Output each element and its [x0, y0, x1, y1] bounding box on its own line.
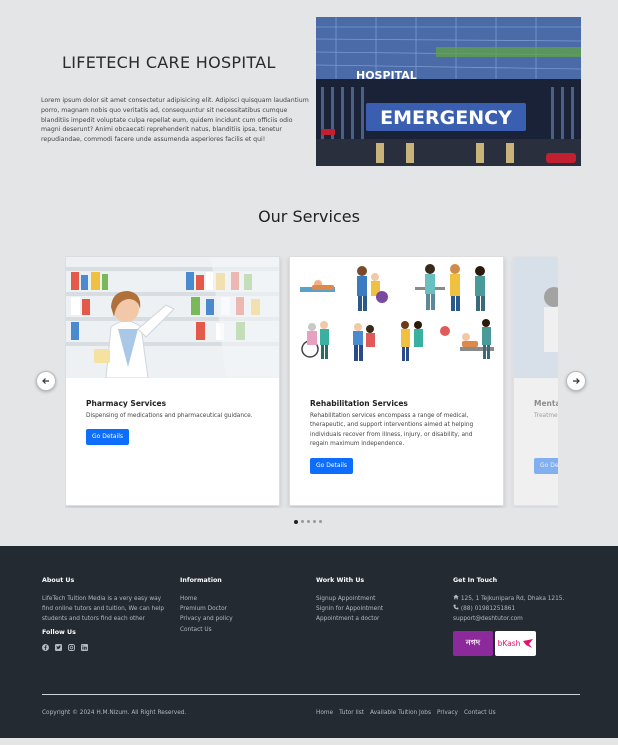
carousel-dot[interactable] [313, 520, 316, 523]
bottom-link-tutor-list[interactable]: Tutor list [339, 710, 364, 716]
about-text: LifeTech Tuition Media is a very easy wa… [42, 596, 165, 623]
site-footer: About Us LifeTech Tuition Media is a ver… [0, 546, 618, 738]
service-card-rehabilitation: Rehabilitation Services Rehabilitation s… [289, 256, 504, 506]
card-title: Rehabilitation Services [310, 399, 408, 408]
facebook-icon[interactable] [42, 643, 49, 651]
carousel-prev-button[interactable] [36, 371, 56, 391]
carousel-dot[interactable] [294, 519, 298, 524]
services-heading: Our Services [258, 207, 360, 226]
footer-link-privacy[interactable]: Privacy and policy [180, 614, 233, 624]
card-title: Mental [534, 399, 558, 408]
copyright-text: Copyright © 2024 H.M.Nizum. All Right Re… [42, 710, 187, 716]
hospital-image: EMERGENCY HOSPITAL [316, 17, 581, 166]
hero-description: Lorem ipsum dolor sit amet consectetur a… [41, 97, 309, 144]
phone-icon [453, 604, 459, 610]
card-title: Pharmacy Services [86, 399, 167, 408]
carousel-dot[interactable] [307, 520, 310, 523]
footer-link-premium-doctor[interactable]: Premium Doctor [180, 604, 233, 614]
footer-information: Information Home Premium Doctor Privacy … [180, 577, 233, 635]
bkash-logo: bKash [495, 631, 536, 656]
go-details-button[interactable]: Go Details [310, 458, 354, 474]
footer-link-appointment[interactable]: Appointment a doctor [316, 614, 383, 624]
carousel-dot[interactable] [301, 520, 304, 523]
footer-bottom-nav: Home Tutor list Available Tuition Jobs P… [316, 710, 496, 716]
bkash-label: bKash [497, 639, 521, 648]
footer-divider [42, 694, 580, 695]
arrow-left-icon [42, 378, 49, 384]
service-card-pharmacy: Pharmacy Services Dispensing of medicati… [65, 256, 280, 506]
bottom-link-privacy[interactable]: Privacy [437, 710, 458, 716]
phone-text: (88) 01981251861 [460, 606, 516, 613]
carousel-track: Pharmacy Services Dispensing of medicati… [65, 256, 558, 508]
twitter-icon[interactable] [55, 643, 62, 651]
mental-health-image [514, 257, 558, 378]
service-card-mental: Mental Treatment Certainly profession me… [513, 256, 558, 506]
footer-link-home[interactable]: Home [180, 594, 233, 604]
pharmacy-image [66, 257, 279, 378]
footer-contact: Get In Touch 125, 1 Tejkunipara Rd, Dhak… [453, 577, 583, 625]
rehabilitation-image [290, 257, 503, 378]
footer-link-contact[interactable]: Contact Us [180, 625, 233, 635]
social-links [42, 643, 170, 651]
card-description: Rehabilitation services encompass a rang… [310, 413, 474, 448]
card-description: Treatment Certainly profession mental h [534, 413, 558, 419]
carousel-next-button[interactable] [566, 371, 586, 391]
carousel-dots [294, 519, 322, 524]
address-text: 125, 1 Tejkunipara Rd, Dhaka 1215. [460, 596, 565, 602]
contact-email[interactable]: support@deshtutor.com [453, 614, 583, 624]
instagram-icon[interactable] [68, 643, 75, 651]
services-carousel: Pharmacy Services Dispensing of medicati… [0, 256, 618, 526]
linkedin-icon[interactable] [81, 643, 88, 651]
footer-heading: Work With Us [316, 577, 365, 584]
footer-heading: Information [180, 577, 222, 584]
contact-phone: (88) 01981251861 [453, 604, 583, 614]
follow-heading: Follow Us [42, 628, 76, 636]
nagad-label: নগদ [465, 638, 481, 647]
footer-heading: About Us [42, 577, 75, 584]
bottom-link-contact[interactable]: Contact Us [464, 710, 496, 716]
bottom-link-home[interactable]: Home [316, 710, 333, 716]
hospital-sign-text: HOSPITAL [356, 69, 417, 82]
page-bottom-strip [0, 738, 618, 745]
footer-work: Work With Us Signup Appointment Signin f… [316, 577, 383, 625]
nagad-logo: নগদ [453, 631, 493, 656]
contact-address: 125, 1 Tejkunipara Rd, Dhaka 1215. [453, 594, 583, 604]
go-details-button[interactable]: Go Details [86, 429, 130, 445]
footer-about: About Us LifeTech Tuition Media is a ver… [42, 577, 170, 651]
bottom-link-tuition-jobs[interactable]: Available Tuition Jobs [370, 710, 431, 716]
footer-heading: Get In Touch [453, 577, 498, 584]
carousel-dot[interactable] [319, 520, 322, 523]
home-icon [453, 594, 459, 600]
emergency-sign-text: EMERGENCY [380, 107, 512, 129]
bkash-bird-icon [523, 638, 534, 648]
card-description: Dispensing of medications and pharmaceut… [86, 413, 253, 419]
arrow-right-icon [573, 378, 580, 384]
footer-link-signup[interactable]: Signup Appointment [316, 594, 383, 604]
footer-link-signin[interactable]: Signin for Appointment [316, 604, 383, 614]
page-title: LIFETECH CARE HOSPITAL [62, 53, 276, 72]
go-details-button[interactable]: Go Det [534, 458, 558, 474]
